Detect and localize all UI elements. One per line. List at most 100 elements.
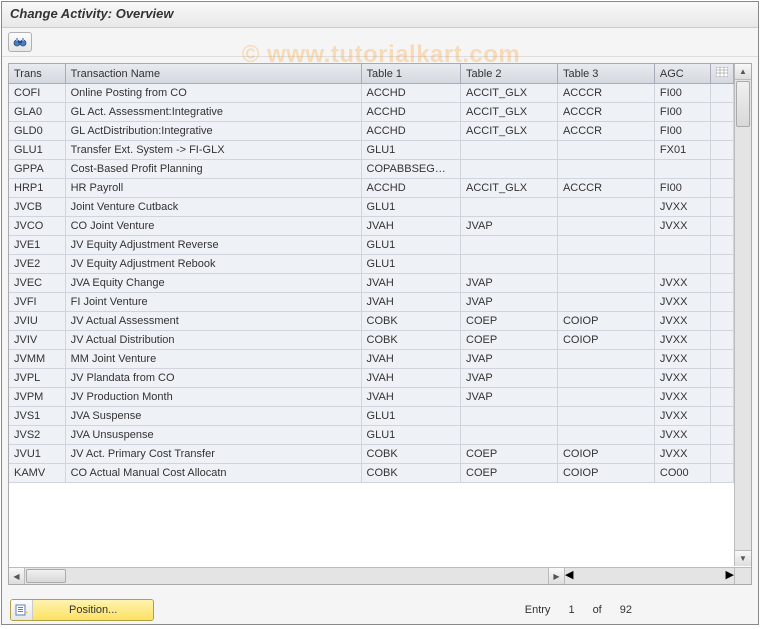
cell-trans[interactable]: COFI bbox=[9, 84, 65, 103]
cell-name[interactable]: FI Joint Venture bbox=[65, 293, 361, 312]
cell-t3[interactable] bbox=[557, 388, 654, 407]
col-header-t1[interactable]: Table 1 bbox=[361, 64, 460, 84]
scroll-left-button-2[interactable]: ◀ bbox=[565, 568, 573, 584]
cell-agc[interactable]: CO00 bbox=[654, 464, 710, 483]
cell-t3[interactable] bbox=[557, 350, 654, 369]
cell-t2[interactable] bbox=[461, 407, 558, 426]
cell-t1[interactable]: GLU1 bbox=[361, 255, 460, 274]
scroll-left-button[interactable]: ◀ bbox=[9, 568, 25, 584]
cell-name[interactable]: CO Joint Venture bbox=[65, 217, 361, 236]
cell-t3[interactable]: COIOP bbox=[557, 331, 654, 350]
table-row[interactable]: JVS2JVA UnsuspenseGLU1JVXX bbox=[9, 426, 734, 445]
cell-agc[interactable]: JVXX bbox=[654, 445, 710, 464]
cell-trans[interactable]: JVMM bbox=[9, 350, 65, 369]
horizontal-scrollbar-left[interactable]: ◀ ▶ bbox=[9, 567, 564, 584]
scroll-up-button[interactable]: ▲ bbox=[735, 64, 751, 80]
scroll-down-button[interactable]: ▼ bbox=[735, 550, 751, 566]
cell-t1[interactable]: COPABBSEG… bbox=[361, 160, 460, 179]
cell-trans[interactable]: GLU1 bbox=[9, 141, 65, 160]
cell-name[interactable]: Joint Venture Cutback bbox=[65, 198, 361, 217]
table-row[interactable]: JVU1JV Act. Primary Cost TransferCOBKCOE… bbox=[9, 445, 734, 464]
cell-agc[interactable]: JVXX bbox=[654, 217, 710, 236]
cell-agc[interactable]: JVXX bbox=[654, 312, 710, 331]
cell-trans[interactable]: JVIU bbox=[9, 312, 65, 331]
cell-trans[interactable]: JVEC bbox=[9, 274, 65, 293]
cell-name[interactable]: Transfer Ext. System -> FI-GLX bbox=[65, 141, 361, 160]
cell-t3[interactable]: ACCCR bbox=[557, 84, 654, 103]
cell-trans[interactable]: JVFI bbox=[9, 293, 65, 312]
cell-trans[interactable]: JVPL bbox=[9, 369, 65, 388]
table-row[interactable]: JVE1JV Equity Adjustment ReverseGLU1 bbox=[9, 236, 734, 255]
cell-trans[interactable]: GPPA bbox=[9, 160, 65, 179]
cell-t3[interactable]: ACCCR bbox=[557, 122, 654, 141]
cell-name[interactable]: GL Act. Assessment:Integrative bbox=[65, 103, 361, 122]
cell-agc[interactable]: JVXX bbox=[654, 350, 710, 369]
cell-trans[interactable]: JVPM bbox=[9, 388, 65, 407]
cell-t1[interactable]: COBK bbox=[361, 464, 460, 483]
cell-t2[interactable]: JVAP bbox=[461, 217, 558, 236]
cell-agc[interactable]: FI00 bbox=[654, 179, 710, 198]
table-row[interactable]: COFIOnline Posting from COACCHDACCIT_GLX… bbox=[9, 84, 734, 103]
cell-trans[interactable]: JVIV bbox=[9, 331, 65, 350]
cell-t1[interactable]: ACCHD bbox=[361, 103, 460, 122]
cell-name[interactable]: JVA Suspense bbox=[65, 407, 361, 426]
cell-agc[interactable]: FI00 bbox=[654, 84, 710, 103]
cell-t3[interactable]: COIOP bbox=[557, 445, 654, 464]
col-header-end[interactable] bbox=[711, 64, 734, 84]
cell-agc[interactable]: JVXX bbox=[654, 388, 710, 407]
find-button[interactable] bbox=[8, 32, 32, 52]
cell-name[interactable]: JV Actual Distribution bbox=[65, 331, 361, 350]
cell-name[interactable]: JV Equity Adjustment Reverse bbox=[65, 236, 361, 255]
cell-t2[interactable]: JVAP bbox=[461, 293, 558, 312]
col-header-t2[interactable]: Table 2 bbox=[461, 64, 558, 84]
col-header-trans[interactable]: Trans bbox=[9, 64, 65, 84]
cell-trans[interactable]: JVE1 bbox=[9, 236, 65, 255]
cell-t2[interactable]: ACCIT_GLX bbox=[461, 179, 558, 198]
horizontal-scrollbar-right[interactable]: ◀ ▶ bbox=[564, 567, 734, 584]
cell-agc[interactable] bbox=[654, 255, 710, 274]
cell-t2[interactable]: JVAP bbox=[461, 369, 558, 388]
cell-t1[interactable]: ACCHD bbox=[361, 122, 460, 141]
cell-name[interactable]: CO Actual Manual Cost Allocatn bbox=[65, 464, 361, 483]
position-button[interactable]: Position... bbox=[10, 599, 154, 621]
cell-t3[interactable] bbox=[557, 160, 654, 179]
cell-t2[interactable]: COEP bbox=[461, 312, 558, 331]
hscroll-thumb[interactable] bbox=[26, 569, 66, 583]
table-row[interactable]: JVMMMM Joint VentureJVAHJVAPJVXX bbox=[9, 350, 734, 369]
cell-name[interactable]: MM Joint Venture bbox=[65, 350, 361, 369]
table-row[interactable]: GLU1Transfer Ext. System -> FI-GLXGLU1 FX… bbox=[9, 141, 734, 160]
cell-agc[interactable]: FX01 bbox=[654, 141, 710, 160]
cell-t2[interactable]: JVAP bbox=[461, 274, 558, 293]
cell-name[interactable]: HR Payroll bbox=[65, 179, 361, 198]
cell-trans[interactable]: GLA0 bbox=[9, 103, 65, 122]
cell-t1[interactable]: COBK bbox=[361, 331, 460, 350]
scroll-right-button[interactable]: ▶ bbox=[548, 568, 564, 584]
cell-trans[interactable]: JVU1 bbox=[9, 445, 65, 464]
cell-trans[interactable]: JVS1 bbox=[9, 407, 65, 426]
table-row[interactable]: KAMVCO Actual Manual Cost AllocatnCOBKCO… bbox=[9, 464, 734, 483]
cell-name[interactable]: JV Equity Adjustment Rebook bbox=[65, 255, 361, 274]
cell-t2[interactable] bbox=[461, 141, 558, 160]
cell-t3[interactable]: COIOP bbox=[557, 464, 654, 483]
cell-t2[interactable]: COEP bbox=[461, 331, 558, 350]
cell-t1[interactable]: JVAH bbox=[361, 369, 460, 388]
cell-name[interactable]: Cost-Based Profit Planning bbox=[65, 160, 361, 179]
scroll-right-button-2[interactable]: ▶ bbox=[726, 568, 734, 584]
table-row[interactable]: JVIUJV Actual AssessmentCOBKCOEPCOIOPJVX… bbox=[9, 312, 734, 331]
table-row[interactable]: JVE2JV Equity Adjustment RebookGLU1 bbox=[9, 255, 734, 274]
table-row[interactable]: JVECJVA Equity ChangeJVAHJVAPJVXX bbox=[9, 274, 734, 293]
cell-agc[interactable] bbox=[654, 236, 710, 255]
cell-t1[interactable]: GLU1 bbox=[361, 141, 460, 160]
cell-t2[interactable]: ACCIT_GLX bbox=[461, 84, 558, 103]
cell-t3[interactable] bbox=[557, 198, 654, 217]
cell-t3[interactable]: ACCCR bbox=[557, 179, 654, 198]
cell-t1[interactable]: GLU1 bbox=[361, 426, 460, 445]
cell-trans[interactable]: HRP1 bbox=[9, 179, 65, 198]
cell-t1[interactable]: COBK bbox=[361, 312, 460, 331]
cell-t2[interactable]: ACCIT_GLX bbox=[461, 103, 558, 122]
cell-t3[interactable] bbox=[557, 293, 654, 312]
cell-t1[interactable]: JVAH bbox=[361, 217, 460, 236]
cell-t3[interactable] bbox=[557, 407, 654, 426]
table-row[interactable]: GLD0GL ActDistribution:IntegrativeACCHDA… bbox=[9, 122, 734, 141]
cell-name[interactable]: JV Act. Primary Cost Transfer bbox=[65, 445, 361, 464]
